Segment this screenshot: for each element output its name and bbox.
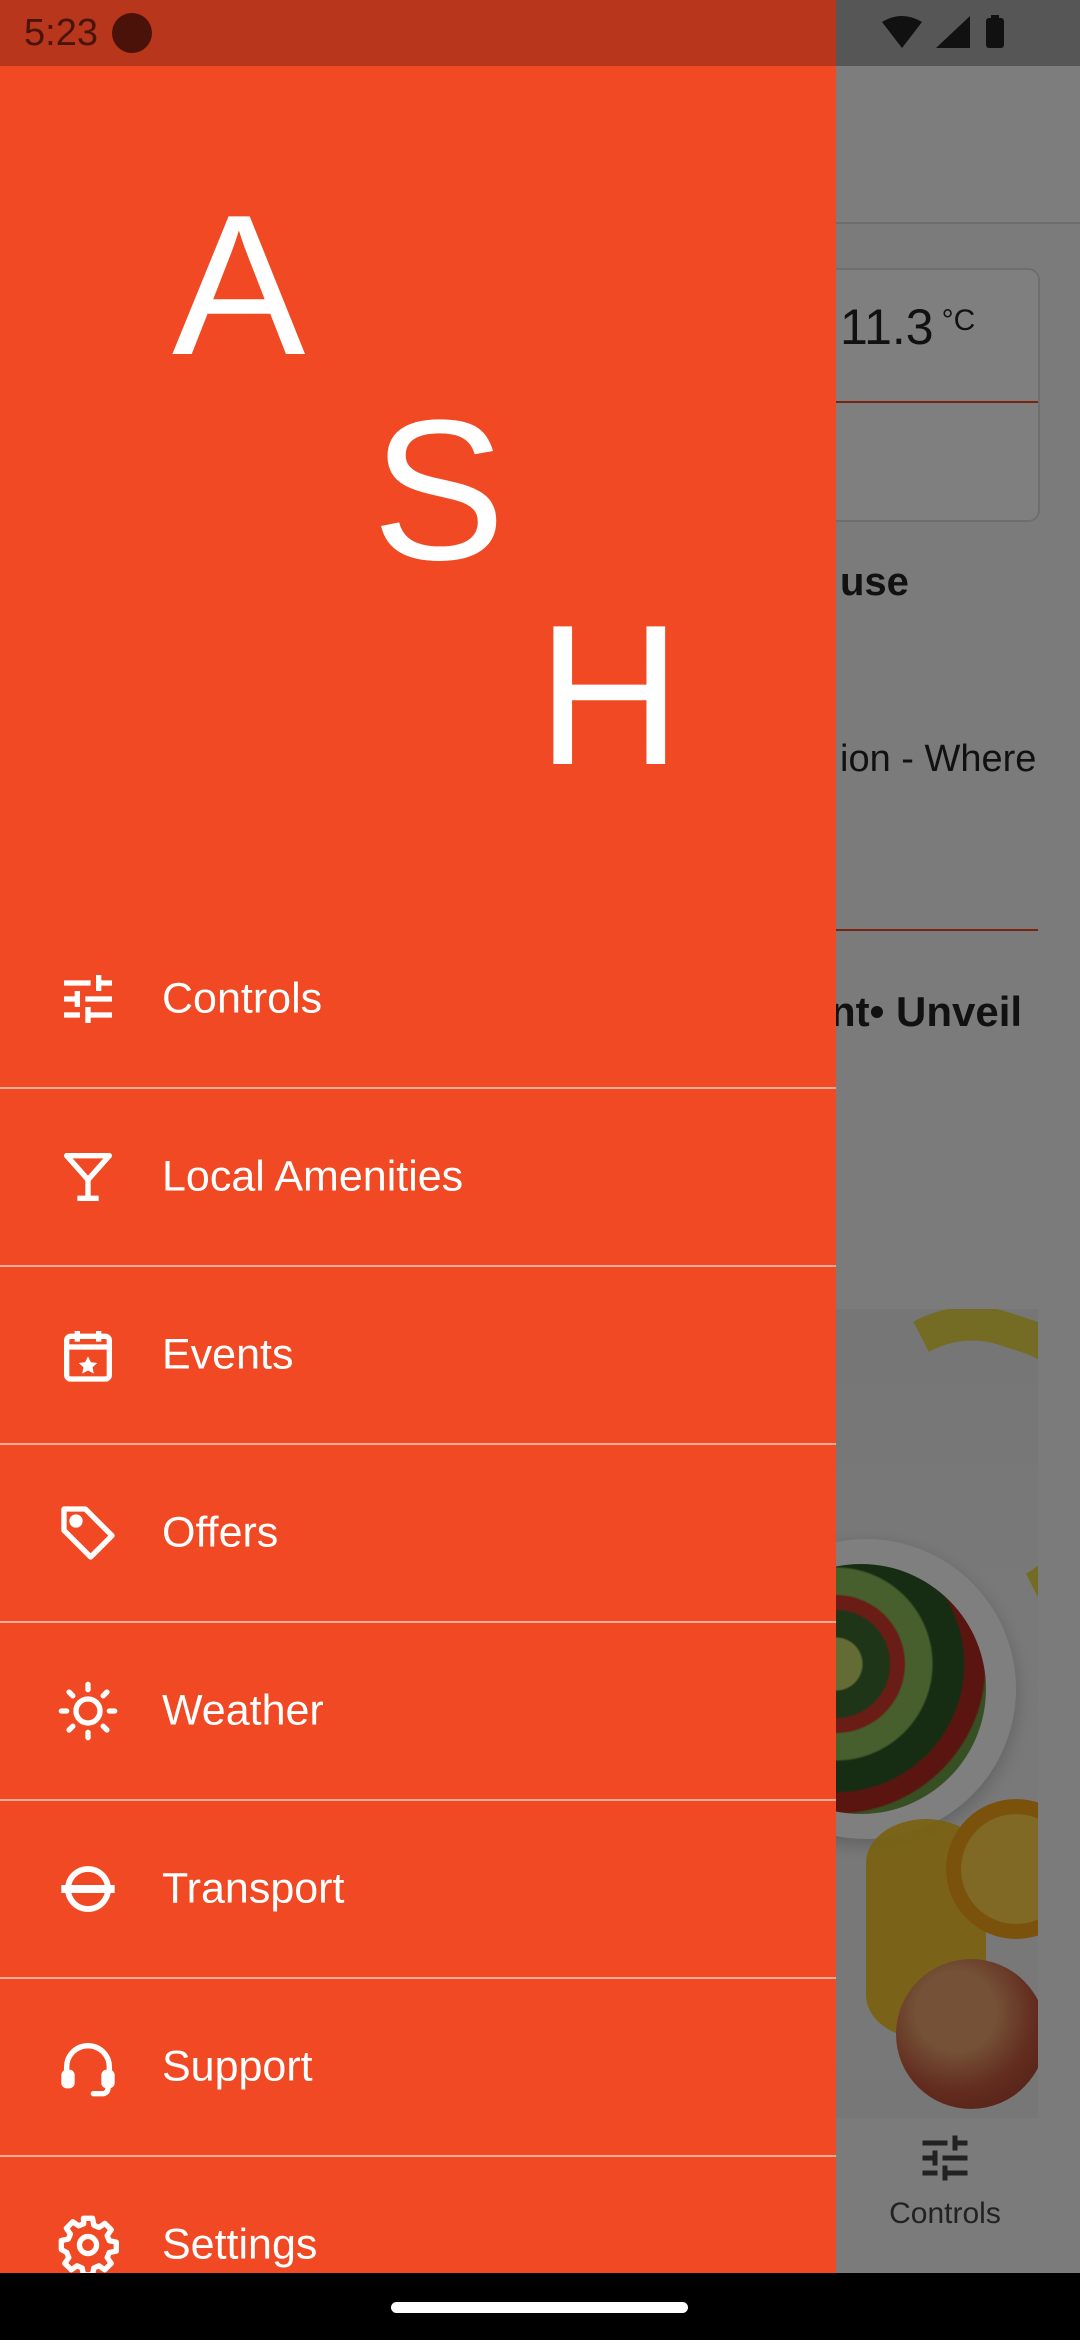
calendar-star-icon xyxy=(56,1323,120,1387)
menu-label: Weather xyxy=(162,1686,324,1735)
menu-label: Events xyxy=(162,1330,294,1379)
logo-letter-h: H xyxy=(537,584,682,807)
menu-item-settings[interactable]: Settings xyxy=(0,2157,836,2273)
cocktail-icon xyxy=(56,1145,120,1209)
battery-icon xyxy=(986,18,1004,48)
menu-item-support[interactable]: Support xyxy=(0,1979,836,2157)
menu-item-transport[interactable]: Transport xyxy=(0,1801,836,1979)
menu-label: Transport xyxy=(162,1864,345,1913)
status-bar-right xyxy=(836,0,1080,66)
menu-item-offers[interactable]: Offers xyxy=(0,1445,836,1623)
menu-label: Offers xyxy=(162,1508,279,1557)
menu-label: Support xyxy=(162,2042,313,2091)
navigation-drawer: A S H Controls Local Amenities Events Of… xyxy=(0,66,836,2273)
menu-item-events[interactable]: Events xyxy=(0,1267,836,1445)
headset-icon xyxy=(56,2035,120,2099)
wifi-icon xyxy=(882,16,922,48)
status-icons xyxy=(882,15,1004,48)
menu-item-weather[interactable]: Weather xyxy=(0,1623,836,1801)
home-gesture-handle[interactable] xyxy=(391,2302,688,2313)
menu-label: Local Amenities xyxy=(162,1152,464,1201)
status-time: 5:23 xyxy=(24,12,98,54)
tag-icon xyxy=(56,1501,120,1565)
menu-item-local-amenities[interactable]: Local Amenities xyxy=(0,1089,836,1267)
transport-roundel-icon xyxy=(56,1857,120,1921)
sliders-icon xyxy=(56,967,120,1031)
gear-icon xyxy=(56,2213,120,2273)
menu-item-controls[interactable]: Controls xyxy=(0,911,836,1089)
notification-dot-icon xyxy=(112,13,152,53)
menu-label: Settings xyxy=(162,2220,318,2269)
signal-icon xyxy=(936,16,970,48)
menu-label: Controls xyxy=(162,974,323,1023)
drawer-menu: Controls Local Amenities Events Offers W… xyxy=(0,911,836,2273)
sun-icon xyxy=(56,1679,120,1743)
logo-letter-a: A xyxy=(172,174,306,397)
status-bar: 5:23 xyxy=(0,0,836,66)
logo-letter-s: S xyxy=(372,379,506,602)
